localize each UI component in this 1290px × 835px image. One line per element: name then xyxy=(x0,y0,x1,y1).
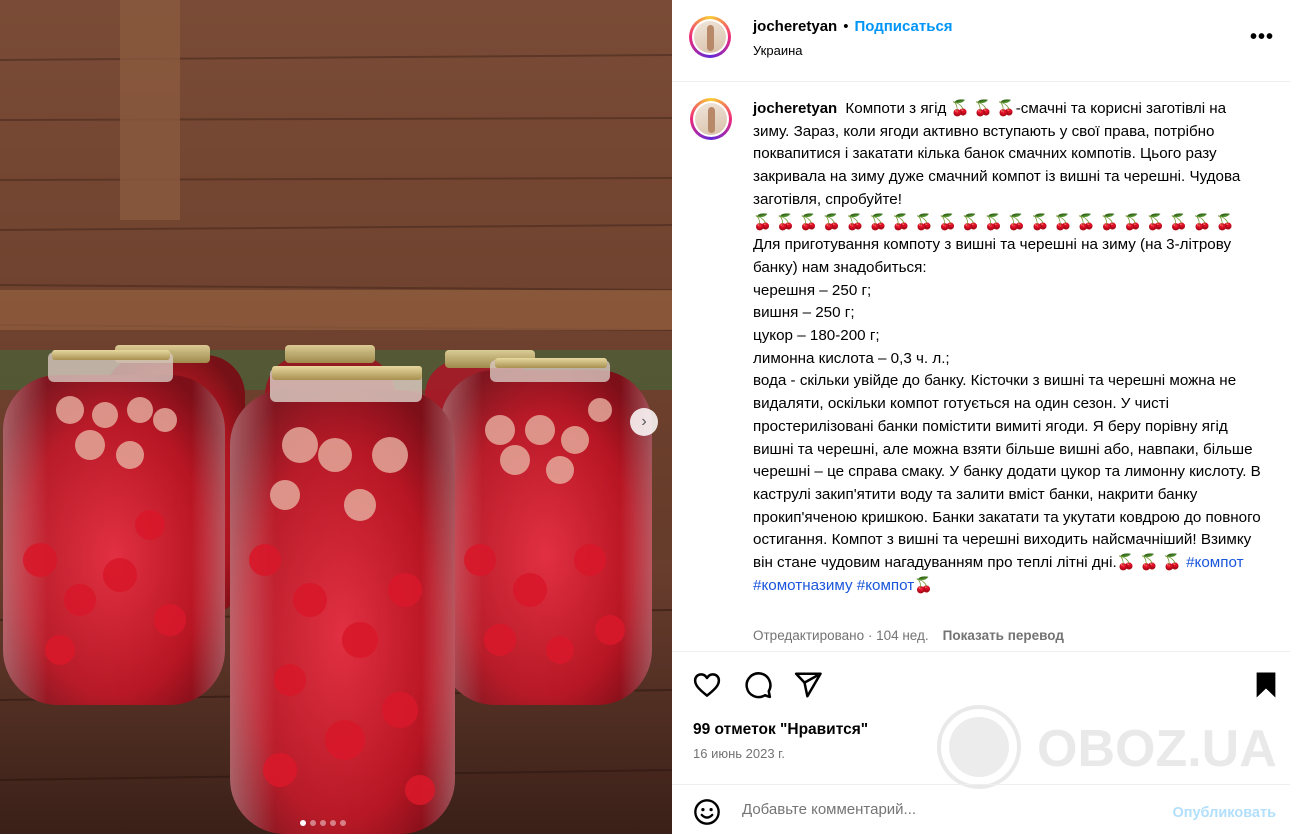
hashtag-link[interactable]: #компот xyxy=(1186,554,1243,571)
post-actions xyxy=(672,651,1290,732)
post-location[interactable]: Украина xyxy=(753,43,803,58)
carousel-dot xyxy=(310,820,316,826)
comment-icon[interactable] xyxy=(743,670,773,700)
caption-avatar[interactable] xyxy=(690,98,732,140)
separator-bullet: • xyxy=(843,18,849,35)
comment-input[interactable] xyxy=(742,801,1142,818)
show-translation-link[interactable]: Показать перевод xyxy=(943,628,1064,643)
post-date: 16 июнь 2023 г. xyxy=(693,746,785,761)
author-avatar[interactable] xyxy=(689,16,731,58)
cherry-compote-jars-image xyxy=(0,0,672,834)
more-options-icon[interactable]: ••• xyxy=(1250,26,1274,49)
caption-username[interactable]: jocheretyan xyxy=(753,100,837,117)
caption-body: Для приготування компоту з вишні та чере… xyxy=(753,236,1261,572)
post-header: jocheretyan • Подписаться Украина ••• xyxy=(672,0,1290,82)
carousel-dot xyxy=(300,820,306,826)
caption-part1: Компоти з ягід xyxy=(841,100,951,117)
emoji-icon[interactable] xyxy=(693,798,721,826)
header-user-line: jocheretyan • Подписаться xyxy=(753,18,953,35)
post-photo[interactable]: › xyxy=(0,0,672,834)
publish-button[interactable]: Опубликовать xyxy=(1172,805,1276,821)
carousel-next-button[interactable]: › xyxy=(630,408,658,436)
bookmark-icon[interactable] xyxy=(1251,670,1281,700)
follow-button[interactable]: Подписаться xyxy=(854,18,952,35)
author-username[interactable]: jocheretyan xyxy=(753,18,837,35)
chevron-right-icon: › xyxy=(641,413,647,430)
comment-bar: Опубликовать xyxy=(672,784,1290,835)
hashtag-link[interactable]: #комотназиму xyxy=(753,577,853,594)
carousel-dot xyxy=(320,820,326,826)
edited-timestamp: Отредактировано · 104 нед. xyxy=(753,628,929,643)
carousel-dot xyxy=(340,820,346,826)
share-icon[interactable] xyxy=(793,670,823,700)
cherry-emoji-group-end: 🍒 🍒 🍒 xyxy=(1116,554,1182,572)
cherry-emoji-group: 🍒 🍒 🍒 xyxy=(950,100,1016,117)
likes-count[interactable]: 99 отметок "Нравится" xyxy=(693,721,868,739)
cherry-emoji: 🍒 xyxy=(914,576,934,594)
carousel-dot xyxy=(330,820,336,826)
caption-text: jocheretyan Компоти з ягід 🍒 🍒 🍒-смачні … xyxy=(753,98,1261,597)
cherry-emoji-row: 🍒 🍒 🍒 🍒 🍒 🍒 🍒 🍒 🍒 🍒 🍒 🍒 🍒 🍒 🍒 🍒 🍒 🍒 🍒 🍒 … xyxy=(753,213,1235,231)
hashtag-link[interactable]: #компот xyxy=(857,577,914,594)
caption-meta: Отредактировано · 104 нед. Показать пере… xyxy=(753,628,1064,643)
carousel-dots xyxy=(300,820,346,826)
post-side-panel: jocheretyan • Подписаться Украина ••• jo… xyxy=(672,0,1290,834)
heart-icon[interactable] xyxy=(692,670,722,700)
